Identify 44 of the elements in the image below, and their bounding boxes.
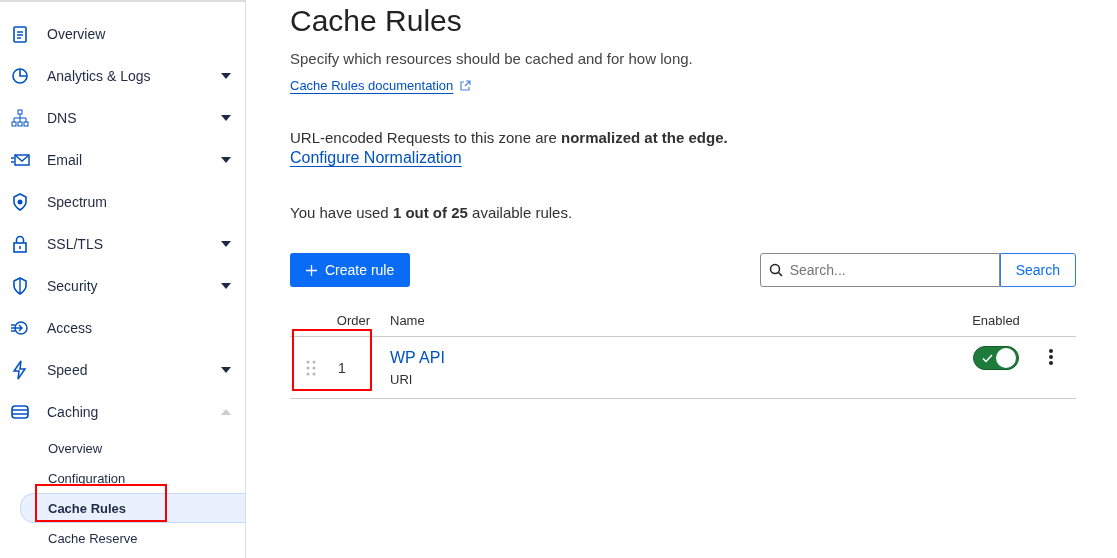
- sidebar-item[interactable]: SSL/TLS: [0, 223, 245, 265]
- shield-icon: [10, 276, 30, 296]
- sidebar-item[interactable]: DNS: [0, 97, 245, 139]
- search-field[interactable]: Search...: [759, 253, 1000, 287]
- sidebar-subitem[interactable]: Overview: [20, 433, 245, 463]
- lock-icon: [10, 234, 30, 254]
- column-header: Enabled: [972, 313, 1020, 330]
- plus-icon: [306, 264, 317, 276]
- external-link-icon: [459, 79, 472, 92]
- search-icon: [768, 263, 783, 277]
- more-options-icon[interactable]: [1048, 348, 1054, 366]
- sidebar-item[interactable]: Security: [0, 265, 245, 307]
- sidebar-subitem[interactable]: Cache Reserve: [20, 523, 245, 553]
- column-header: Order: [336, 313, 370, 330]
- sidebar-subitem[interactable]: Cache Rules: [20, 493, 245, 523]
- clipboard-icon: [10, 24, 30, 44]
- normalization-notice: URL-encoded Requests to this zone are normalized at the edge.: [290, 129, 729, 146]
- page-title: Cache Rules: [290, 4, 463, 38]
- rule-name-link[interactable]: WP API: [390, 348, 946, 367]
- sidebar-item[interactable]: Access: [0, 307, 245, 349]
- search-button[interactable]: Search: [999, 253, 1076, 287]
- sidebar-item[interactable]: Overview: [0, 13, 245, 55]
- sidebar-item[interactable]: Speed: [0, 349, 245, 391]
- column-header: Name: [390, 313, 426, 330]
- page-subtitle: Specify which resources should be cached and for how long.: [290, 50, 694, 67]
- sidebar-item[interactable]: Email: [0, 139, 245, 181]
- shield-icon: [10, 192, 30, 212]
- rule-subtitle: URI: [390, 371, 414, 387]
- sidebar-item[interactable]: Spectrum: [0, 181, 245, 223]
- pie-chart-icon: [10, 66, 30, 86]
- order-number: 1: [338, 359, 346, 376]
- network-icon: [10, 108, 30, 128]
- check-icon: [982, 353, 993, 363]
- configure-normalization-link[interactable]: Configure Normalization: [290, 149, 462, 166]
- documentation-link[interactable]: Cache Rules documentation: [290, 78, 454, 93]
- storage-icon: [10, 402, 30, 422]
- enter-icon: [10, 318, 30, 338]
- drag-handle-icon[interactable]: [306, 358, 316, 377]
- enabled-toggle[interactable]: [973, 346, 1019, 370]
- create-rule-button[interactable]: Create rule: [290, 253, 411, 287]
- sidebar-subitem[interactable]: Configuration: [20, 463, 245, 493]
- sidebar-item[interactable]: Analytics & Logs: [0, 55, 245, 97]
- sidebar-item[interactable]: Caching: [0, 391, 245, 433]
- usage-text: You have used 1 out of 25 available rules.: [290, 204, 574, 221]
